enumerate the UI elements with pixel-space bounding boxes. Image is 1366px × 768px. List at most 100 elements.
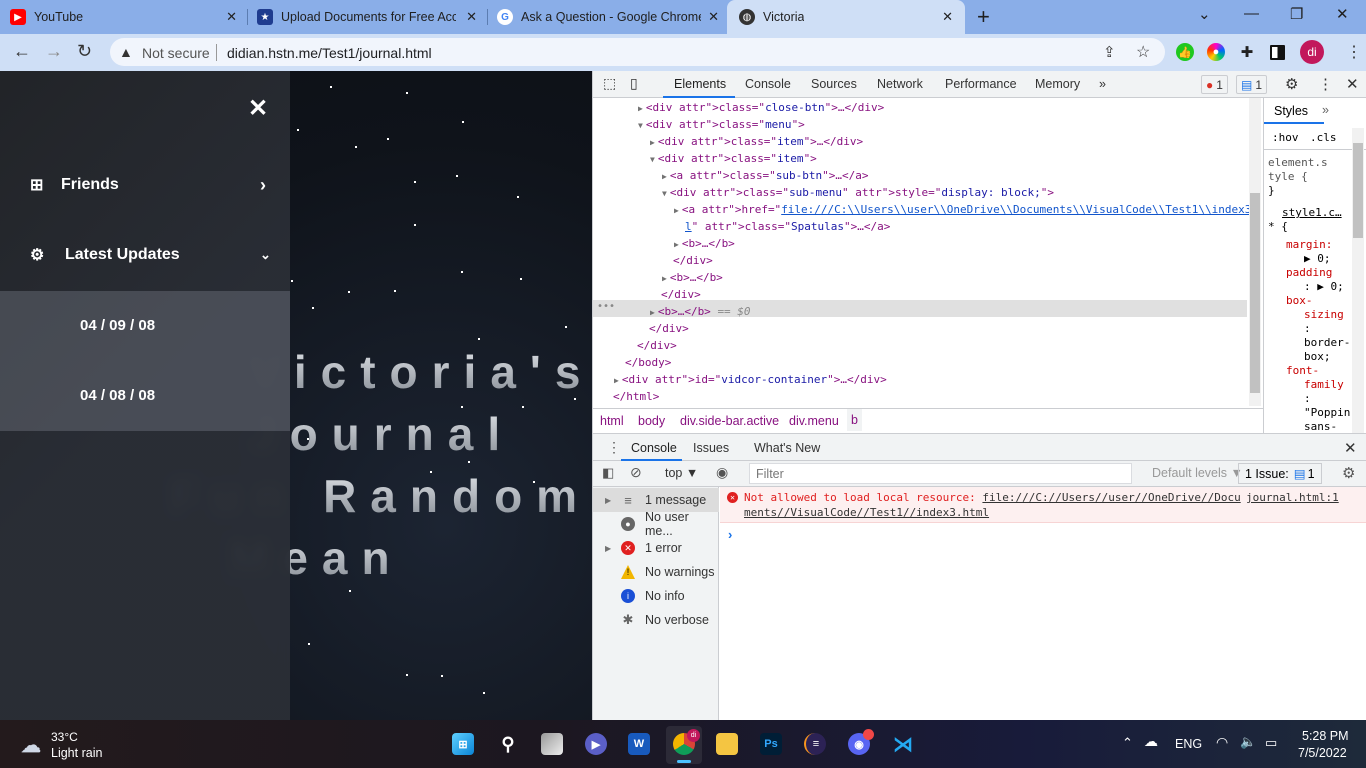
inspect-element-icon[interactable]: ⬚ [603,75,616,92]
wifi-icon[interactable]: ◠ [1216,734,1228,751]
tab-search-button[interactable]: ⌄ [1198,5,1211,23]
dom-node-line[interactable]: ▶ <b>…</b> == $0 [650,303,751,320]
error-count-badge[interactable]: ● 1 [1201,75,1228,94]
security-label[interactable]: Not secure [142,45,210,61]
dom-node-line[interactable]: </body> [625,354,671,371]
weather-cloud-icon[interactable]: ☁ [20,734,42,757]
close-tab-icon[interactable]: ✕ [226,9,237,25]
chrome-menu-icon[interactable]: ⋮ [1346,42,1362,62]
drawer-tab-issues[interactable]: Issues [693,441,729,455]
dom-node-line[interactable]: l" attr">class="Spatulas">…</a> [685,218,890,235]
collapse-triangle-icon[interactable]: ▼ [638,121,643,130]
dom-node-line[interactable]: ▼ <div attr">class="menu"> [638,116,805,133]
expand-triangle-icon[interactable]: ▶ [614,376,619,385]
tab-sources[interactable]: Sources [811,77,857,91]
volume-icon[interactable]: 🔈 [1240,734,1256,750]
console-filter-input[interactable]: Filter [749,463,1132,484]
eclipse-icon[interactable]: ≡ [804,733,826,755]
error-source-link[interactable]: journal.html:1 [1246,491,1339,504]
warning-icon[interactable]: ▲ [119,44,133,60]
bookmark-star-icon[interactable]: ☆ [1136,42,1150,62]
close-tab-icon[interactable]: ✕ [466,9,477,25]
close-window-button[interactable]: ✕ [1336,5,1349,23]
settings-gear-icon[interactable]: ⚙ [1285,75,1298,93]
issue-count-badge[interactable]: ▤ 1 [1236,75,1268,94]
back-button[interactable]: ← [13,41,31,62]
context-selector[interactable]: top ▼ [665,466,698,480]
tab-ask-question[interactable]: G Ask a Question - Google Chrome ✕ [497,0,727,34]
breadcrumb-body[interactable]: body [638,414,665,428]
device-toolbar-icon[interactable]: ▯ [630,75,638,92]
breadcrumb-html[interactable]: html [600,414,624,428]
console-filter-bug[interactable]: ✱ No verbose [593,608,719,632]
dom-node-line[interactable]: </div> [649,320,689,337]
cls-toggle[interactable]: .cls [1310,131,1337,144]
dom-node-line[interactable]: ▶ <b>…</b> [662,269,723,286]
dom-tree-scrollbar[interactable] [1249,98,1261,406]
console-filter-error[interactable]: ▶ ✕ 1 error [593,536,719,560]
submenu-link[interactable]: 04 / 09 / 08 [80,317,155,334]
error-url[interactable]: file:///C://Users//user//OneDrive//Docu [982,491,1240,504]
camera-extension-icon[interactable]: ● [1207,43,1225,61]
file-explorer-icon[interactable] [716,733,738,755]
puzzle-extensions-icon[interactable]: ✚ [1238,43,1256,61]
share-icon[interactable]: ⇪ [1103,43,1116,61]
drawer-tab-whats-new[interactable]: What's New [754,441,820,455]
side-panel-icon[interactable] [1270,45,1285,60]
onedrive-cloud-icon[interactable]: ☁ [1144,733,1158,750]
language-indicator[interactable]: ENG [1175,737,1202,751]
thumbs-up-extension-icon[interactable]: 👍 [1176,43,1194,61]
restore-button[interactable]: ❐ [1290,5,1303,23]
reload-button[interactable]: ↻ [77,41,92,62]
expand-triangle-icon[interactable]: ▶ [674,206,679,215]
minimize-button[interactable]: — [1244,5,1259,22]
drawer-menu-icon[interactable]: ⋮ [607,439,621,456]
expand-triangle-icon[interactable]: ▶ [662,172,667,181]
styles-scrollbar[interactable] [1352,128,1364,433]
expand-triangle-icon[interactable]: ▶ [662,274,667,283]
more-options-icon[interactable]: ⋮ [1318,75,1333,93]
tab-upload-documents[interactable]: ★ Upload Documents for Free Acce ✕ [257,0,485,34]
dom-node-line[interactable]: ▼ <div attr">class="item"> [650,150,817,167]
scrollbar-thumb[interactable] [1353,143,1363,238]
collapse-triangle-icon[interactable]: ▼ [662,189,667,198]
scrollbar-thumb[interactable] [1250,193,1260,393]
submenu-link[interactable]: 04 / 08 / 08 [80,387,155,404]
error-url[interactable]: ments//VisualCode//Test1//index3.html [744,506,989,519]
node-actions-icon[interactable]: ••• [597,301,615,312]
console-filter-warning[interactable]: ! No warnings [593,560,719,584]
close-devtools-icon[interactable]: ✕ [1346,75,1359,93]
expand-triangle-icon[interactable]: ▶ [638,104,643,113]
vscode-icon[interactable]: ⋊ [892,733,914,756]
dom-node-line[interactable]: ▶ <div attr">class="close-btn">…</div> [638,99,884,116]
dom-node-line[interactable]: ▶ <a attr">href="file:///C:\\Users\\user\… [674,201,1253,218]
log-levels-dropdown[interactable]: Default levels ▼ [1152,466,1243,480]
show-hidden-icons-chevron-icon[interactable]: ⌃ [1122,735,1133,751]
close-drawer-icon[interactable]: ✕ [1344,439,1357,457]
breadcrumb-b[interactable]: b [847,409,862,431]
battery-icon[interactable]: ▭ [1265,735,1277,751]
more-tabs-icon[interactable]: » [1099,77,1106,91]
style-rule-line[interactable]: style1.c… [1282,206,1342,220]
clear-console-icon[interactable]: ⊘ [630,464,642,481]
more-panes-icon[interactable]: » [1322,103,1329,117]
issues-button[interactable]: 1 Issue: ▤ 1 [1238,463,1322,484]
expand-triangle-icon[interactable]: ▶ [674,240,679,249]
tab-victoria[interactable]: ◍ Victoria ✕ [727,0,965,34]
menu-item-friends[interactable]: ⊞ Friends › [0,150,290,220]
photoshop-icon[interactable]: Ps [760,733,782,755]
clock-date[interactable]: 7/5/2022 [1298,746,1347,760]
drawer-tab-console[interactable]: Console [631,441,677,455]
dom-node-line[interactable]: ▶ <div attr">class="item">…</div> [650,133,863,150]
expand-triangle-icon[interactable]: ▶ [650,308,655,317]
tab-memory[interactable]: Memory [1035,77,1080,91]
start-windows-icon[interactable]: ⊞ [452,733,474,755]
menu-item-latest-updates[interactable]: ⚙ Latest Updates ⌄ [0,220,290,290]
dom-node-line[interactable]: </html> [613,388,659,405]
live-expression-eye-icon[interactable]: ◉ [716,464,728,481]
breadcrumb-side-bar[interactable]: div.side-bar.active [680,414,779,428]
tab-styles[interactable]: Styles [1274,104,1308,118]
tab-elements[interactable]: Elements [674,77,726,91]
console-prompt[interactable]: › [728,527,732,542]
word-icon[interactable]: W [628,733,650,755]
